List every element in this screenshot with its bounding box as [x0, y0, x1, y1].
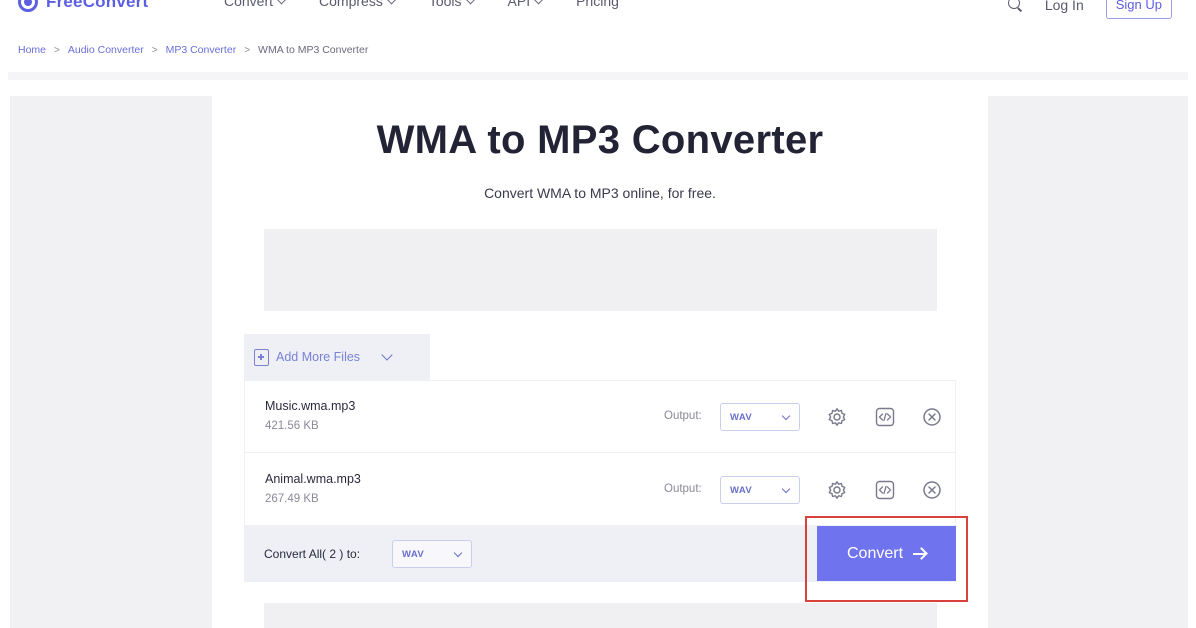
file-size: 267.49 KB: [265, 493, 319, 505]
file-name: Music.wma.mp3: [265, 399, 356, 413]
code-settings-icon[interactable]: [875, 480, 895, 500]
output-format-select[interactable]: WAV: [720, 403, 800, 431]
breadcrumb-current: WMA to MP3 Converter: [258, 44, 369, 56]
signup-button[interactable]: Sign Up: [1105, 0, 1172, 19]
ad-banner: [264, 229, 937, 311]
file-add-icon: [254, 348, 269, 366]
freeconvert-logo-icon: [18, 0, 38, 12]
convert-all-format-value: WAV: [402, 548, 425, 560]
nav-item-label: Compress: [319, 0, 383, 9]
nav-menu: Convert Compress Tools API Pricing: [224, 0, 619, 9]
output-format-value: WAV: [730, 411, 753, 423]
code-settings-icon[interactable]: [875, 407, 895, 427]
close-icon[interactable]: [922, 407, 942, 427]
file-row: Music.wma.mp3 421.56 KB Output: WAV: [245, 381, 955, 453]
breadcrumb-mp3-converter[interactable]: MP3 Converter: [166, 44, 237, 56]
file-size: 421.56 KB: [265, 420, 319, 432]
left-ad-panel: [10, 96, 212, 628]
convert-all-label: Convert All( 2 ) to:: [264, 547, 361, 561]
output-format-value: WAV: [730, 484, 753, 496]
gear-icon[interactable]: [827, 407, 847, 427]
gear-icon[interactable]: [827, 480, 847, 500]
top-navigation: FreeConvert Convert Compress Tools API P…: [0, 0, 1196, 19]
highlight-annotation: [805, 516, 968, 602]
breadcrumb-separator: >: [151, 44, 158, 56]
chevron-down-icon: [533, 0, 544, 5]
nav-actions: Log In Sign Up: [1007, 0, 1172, 19]
brand-name: FreeConvert: [46, 0, 149, 11]
file-list: Music.wma.mp3 421.56 KB Output: WAV Anim…: [244, 380, 956, 526]
nav-item-tools[interactable]: Tools: [428, 0, 475, 9]
breadcrumb-audio-converter[interactable]: Audio Converter: [68, 44, 144, 56]
brand-logo[interactable]: FreeConvert: [18, 0, 148, 12]
breadcrumb-home[interactable]: Home: [18, 44, 46, 56]
nav-item-api[interactable]: API: [507, 0, 544, 9]
right-ad-panel: [988, 96, 1188, 628]
chevron-down-icon: [276, 0, 287, 5]
page-title: WMA to MP3 Converter: [376, 118, 824, 162]
chevron-down-icon: [781, 411, 791, 421]
search-icon[interactable]: [1007, 0, 1023, 12]
chevron-down-icon: [386, 0, 397, 5]
nav-item-label: Tools: [428, 0, 462, 9]
nav-item-label: Pricing: [576, 0, 619, 9]
breadcrumb-separator: >: [244, 44, 251, 56]
output-label: Output:: [664, 483, 702, 495]
close-icon[interactable]: [922, 480, 942, 500]
output-format-select[interactable]: WAV: [720, 476, 800, 504]
file-name: Animal.wma.mp3: [265, 472, 361, 486]
nav-item-label: Convert: [224, 0, 274, 9]
chevron-down-icon: [453, 548, 463, 558]
section-divider: [8, 72, 1188, 80]
add-more-files-label: Add More Files: [276, 350, 361, 364]
page-subtitle: Convert WMA to MP3 online, for free.: [484, 185, 716, 201]
breadcrumb: Home > Audio Converter > MP3 Converter >…: [18, 44, 368, 56]
nav-item-pricing[interactable]: Pricing: [576, 0, 619, 9]
chevron-down-icon: [465, 0, 475, 5]
login-link[interactable]: Log In: [1045, 0, 1084, 13]
convert-all-format-select[interactable]: WAV: [392, 540, 472, 568]
add-more-files-button[interactable]: Add More Files: [244, 334, 430, 380]
chevron-down-icon[interactable]: [381, 349, 393, 361]
nav-item-label: API: [507, 0, 531, 9]
nav-item-convert[interactable]: Convert: [224, 0, 287, 9]
output-label: Output:: [664, 410, 702, 422]
nav-item-compress[interactable]: Compress: [319, 0, 397, 9]
bottom-ad-banner: [264, 603, 937, 628]
breadcrumb-separator: >: [54, 44, 60, 56]
chevron-down-icon: [781, 484, 791, 494]
